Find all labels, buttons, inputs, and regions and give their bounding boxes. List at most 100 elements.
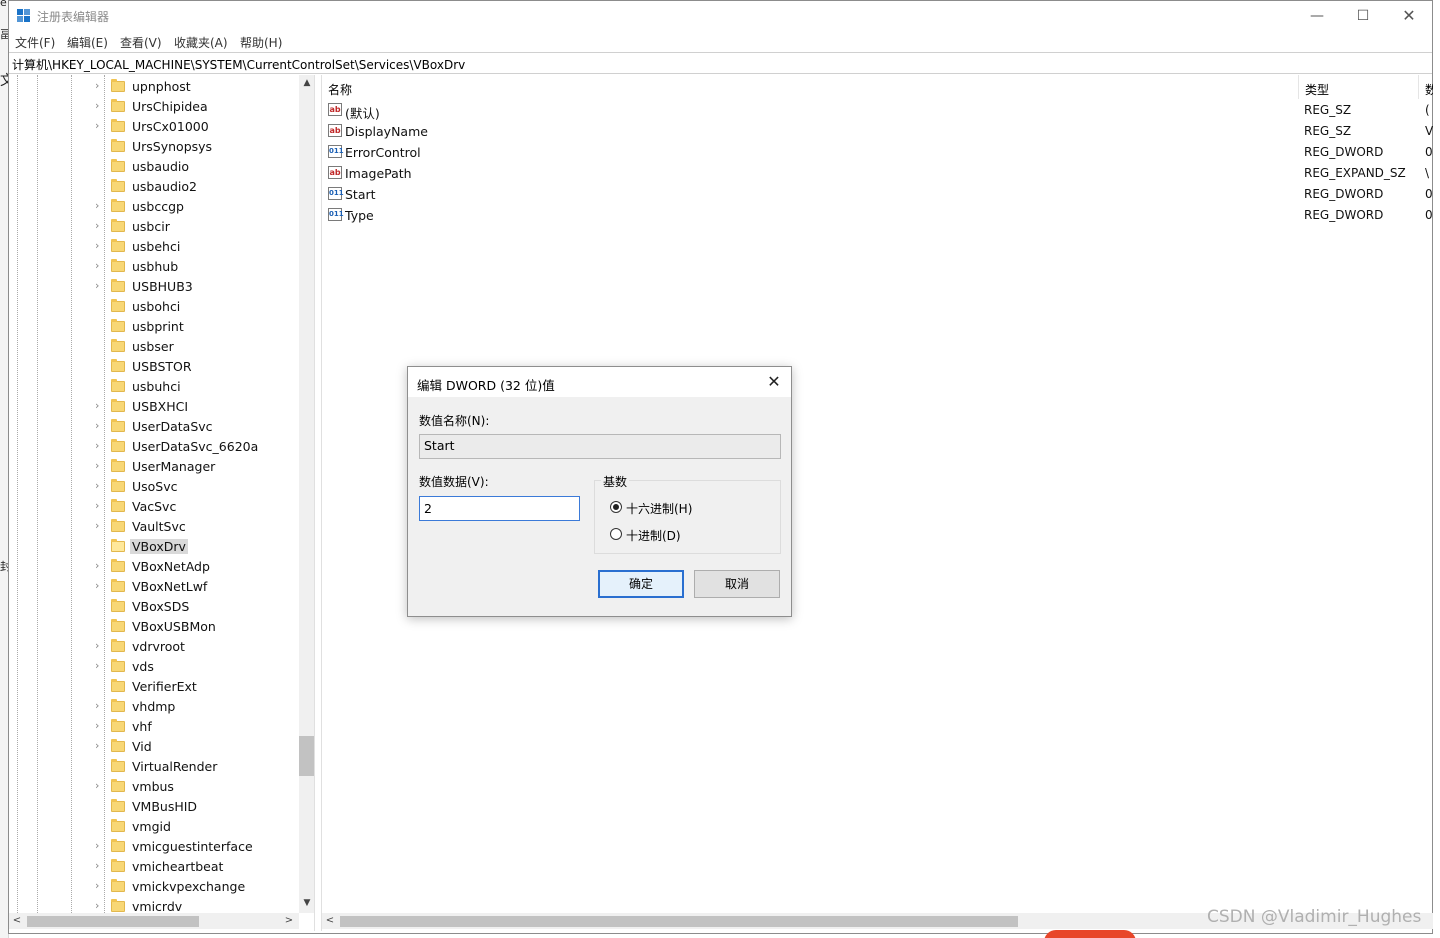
value-row[interactable]: ab (默认) REG_SZ (: [322, 100, 1433, 121]
scroll-right-arrow-icon[interactable]: >: [281, 913, 297, 929]
tree-item[interactable]: VBoxDrv: [9, 537, 299, 557]
close-button[interactable]: ✕: [1386, 1, 1432, 31]
tree-item[interactable]: › vmicguestinterface: [9, 837, 299, 857]
tree-item[interactable]: UrsSynopsys: [9, 137, 299, 157]
chevron-right-icon[interactable]: ›: [95, 418, 107, 434]
tree-item[interactable]: usbser: [9, 337, 299, 357]
floating-red-button[interactable]: [1044, 930, 1136, 938]
menu-view[interactable]: 查看(V): [120, 34, 162, 51]
dialog-close-icon[interactable]: ✕: [757, 367, 791, 397]
chevron-right-icon[interactable]: ›: [95, 398, 107, 414]
hex-radio[interactable]: 十六进制(H): [610, 499, 760, 516]
address-bar[interactable]: 计算机\HKEY_LOCAL_MACHINE\SYSTEM\CurrentCon…: [9, 52, 1432, 74]
chevron-right-icon[interactable]: ›: [95, 438, 107, 454]
tree-item[interactable]: usbohci: [9, 297, 299, 317]
column-header-name[interactable]: 名称: [322, 75, 1299, 99]
title-bar[interactable]: 注册表编辑器 — ☐ ✕: [9, 1, 1432, 31]
chevron-right-icon[interactable]: ›: [95, 478, 107, 494]
tree-item[interactable]: USBSTOR: [9, 357, 299, 377]
scroll-left-arrow-icon[interactable]: <: [322, 913, 338, 929]
chevron-right-icon[interactable]: ›: [95, 558, 107, 574]
chevron-right-icon[interactable]: ›: [95, 198, 107, 214]
maximize-button[interactable]: ☐: [1340, 1, 1386, 31]
tree-item[interactable]: VirtualRender: [9, 757, 299, 777]
tree-vertical-scrollbar[interactable]: ▲ ▼: [299, 75, 314, 913]
chevron-right-icon[interactable]: ›: [95, 258, 107, 274]
tree-item[interactable]: › vmbus: [9, 777, 299, 797]
value-row[interactable]: ab ImagePath REG_EXPAND_SZ \: [322, 163, 1433, 184]
chevron-right-icon[interactable]: ›: [95, 458, 107, 474]
chevron-right-icon[interactable]: ›: [95, 498, 107, 514]
tree-item[interactable]: › usbhub: [9, 257, 299, 277]
dialog-title-bar[interactable]: 编辑 DWORD (32 位)值 ✕: [408, 367, 791, 397]
tree-item[interactable]: usbaudio: [9, 157, 299, 177]
tree-item[interactable]: VBoxSDS: [9, 597, 299, 617]
scroll-up-arrow-icon[interactable]: ▲: [299, 75, 314, 91]
tree-item[interactable]: › VBoxNetAdp: [9, 557, 299, 577]
chevron-right-icon[interactable]: ›: [95, 78, 107, 94]
tree-item[interactable]: › UrsChipidea: [9, 97, 299, 117]
chevron-right-icon[interactable]: ›: [95, 778, 107, 794]
tree-horizontal-scrollbar[interactable]: < >: [9, 913, 299, 929]
tree-item[interactable]: › UserDataSvc_6620a: [9, 437, 299, 457]
value-row[interactable]: 011 Type REG_DWORD 0: [322, 205, 1433, 226]
tree-item[interactable]: › vhf: [9, 717, 299, 737]
chevron-right-icon[interactable]: ›: [95, 518, 107, 534]
tree-item[interactable]: › vmicheartbeat: [9, 857, 299, 877]
menu-favorites[interactable]: 收藏夹(A): [174, 34, 228, 51]
chevron-right-icon[interactable]: ›: [95, 578, 107, 594]
value-row[interactable]: ab DisplayName REG_SZ V: [322, 121, 1433, 142]
tree-item[interactable]: › usbccgp: [9, 197, 299, 217]
chevron-right-icon[interactable]: ›: [95, 698, 107, 714]
radio-unselected-icon[interactable]: [610, 528, 622, 540]
tree-item[interactable]: › UserManager: [9, 457, 299, 477]
tree-item[interactable]: › USBXHCI: [9, 397, 299, 417]
tree-item[interactable]: VMBusHID: [9, 797, 299, 817]
tree-item[interactable]: › UsoSvc: [9, 477, 299, 497]
tree-item[interactable]: VBoxUSBMon: [9, 617, 299, 637]
chevron-right-icon[interactable]: ›: [95, 278, 107, 294]
tree-item[interactable]: › UserDataSvc: [9, 417, 299, 437]
chevron-right-icon[interactable]: ›: [95, 718, 107, 734]
minimize-button[interactable]: —: [1294, 1, 1340, 31]
tree-item[interactable]: › upnphost: [9, 77, 299, 97]
scroll-left-arrow-icon[interactable]: <: [9, 913, 25, 929]
menu-help[interactable]: 帮助(H): [240, 34, 282, 51]
chevron-right-icon[interactable]: ›: [95, 658, 107, 674]
tree-item[interactable]: › vdrvroot: [9, 637, 299, 657]
tree-item[interactable]: usbprint: [9, 317, 299, 337]
tree-item[interactable]: › vds: [9, 657, 299, 677]
menu-file[interactable]: 文件(F): [15, 34, 55, 51]
radio-selected-icon[interactable]: [610, 501, 622, 513]
cancel-button[interactable]: 取消: [694, 570, 780, 598]
chevron-right-icon[interactable]: ›: [95, 638, 107, 654]
scrollbar-thumb[interactable]: [27, 916, 199, 927]
column-header-type[interactable]: 类型: [1299, 75, 1419, 99]
chevron-right-icon[interactable]: ›: [95, 898, 107, 914]
tree-item[interactable]: › VBoxNetLwf: [9, 577, 299, 597]
value-data-input[interactable]: [419, 496, 580, 521]
value-row[interactable]: 011 Start REG_DWORD 0: [322, 184, 1433, 205]
chevron-right-icon[interactable]: ›: [95, 238, 107, 254]
chevron-right-icon[interactable]: ›: [95, 738, 107, 754]
tree-item[interactable]: › usbehci: [9, 237, 299, 257]
menu-edit[interactable]: 编辑(E): [67, 34, 108, 51]
tree-item[interactable]: VerifierExt: [9, 677, 299, 697]
decimal-radio[interactable]: 十进制(D): [610, 526, 760, 543]
tree-item[interactable]: › VaultSvc: [9, 517, 299, 537]
tree-item[interactable]: › vmickvpexchange: [9, 877, 299, 897]
tree-item[interactable]: › VacSvc: [9, 497, 299, 517]
chevron-right-icon[interactable]: ›: [95, 218, 107, 234]
tree-item[interactable]: › usbcir: [9, 217, 299, 237]
chevron-right-icon[interactable]: ›: [95, 858, 107, 874]
ok-button[interactable]: 确定: [598, 570, 684, 598]
tree-item[interactable]: usbaudio2: [9, 177, 299, 197]
chevron-right-icon[interactable]: ›: [95, 118, 107, 134]
scroll-down-arrow-icon[interactable]: ▼: [299, 895, 314, 911]
tree-item[interactable]: › UrsCx01000: [9, 117, 299, 137]
scrollbar-thumb[interactable]: [340, 916, 1018, 927]
tree-item[interactable]: › Vid: [9, 737, 299, 757]
tree-item[interactable]: › vhdmp: [9, 697, 299, 717]
scrollbar-thumb[interactable]: [299, 736, 314, 776]
chevron-right-icon[interactable]: ›: [95, 878, 107, 894]
